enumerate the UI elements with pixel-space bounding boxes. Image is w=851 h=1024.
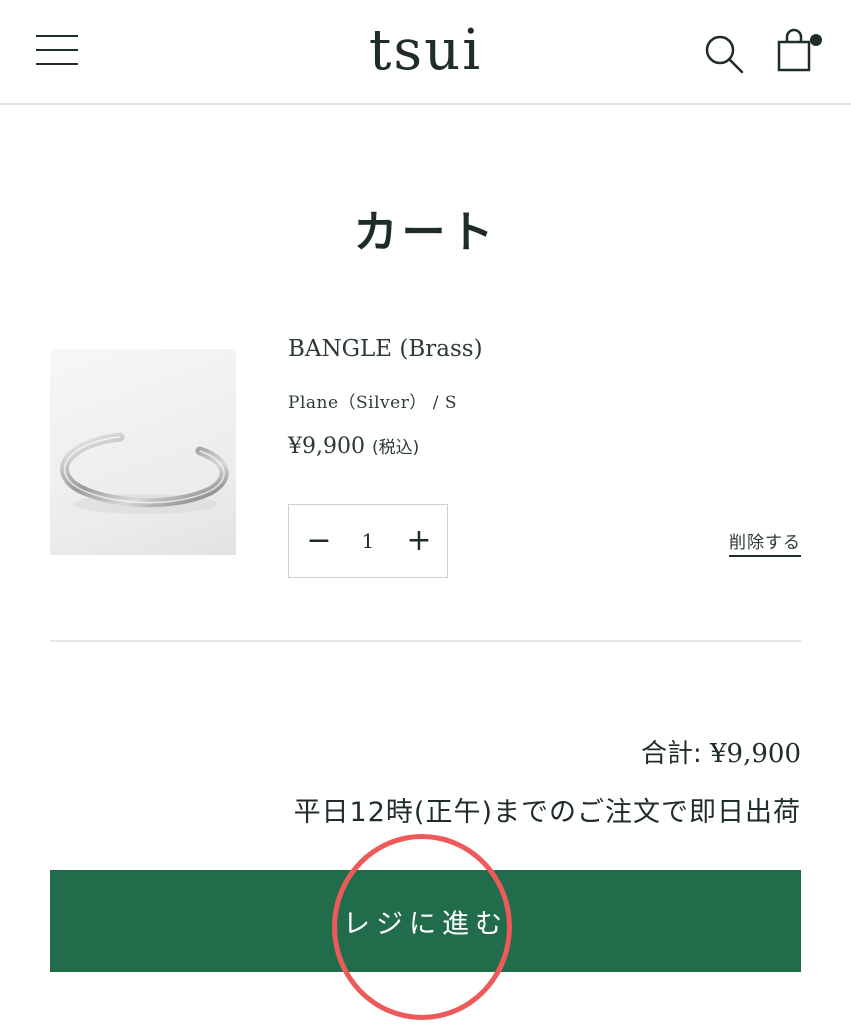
cart-total: 合計: ¥9,900 <box>641 733 801 770</box>
product-image[interactable] <box>50 349 236 555</box>
page-title: カート <box>353 207 498 258</box>
search-icon[interactable] <box>702 32 746 76</box>
tax-label: (税込) <box>371 438 420 458</box>
quantity-stepper: − 1 + <box>288 504 448 578</box>
increase-quantity-button[interactable]: + <box>391 505 447 577</box>
site-header: tsui <box>0 0 851 105</box>
quantity-value[interactable]: 1 <box>345 505 391 577</box>
cart-icon[interactable] <box>776 28 822 74</box>
product-variant: Plane（Silver） / S <box>288 393 458 413</box>
price-value: ¥9,900 <box>288 434 365 459</box>
divider <box>50 640 801 642</box>
product-name[interactable]: BANGLE (Brass) <box>288 336 483 362</box>
shipping-note: 平日12時(正午)までのご注文で即日出荷 <box>293 797 801 828</box>
total-amount: ¥9,900 <box>710 739 801 769</box>
bangle-image <box>60 432 229 514</box>
total-label: 合計: <box>640 739 711 769</box>
checkout-button[interactable]: レジに進む <box>50 870 801 972</box>
remove-item-link[interactable]: 削除する <box>729 528 801 557</box>
product-price: ¥9,900 (税込) <box>288 433 419 459</box>
decrease-quantity-button[interactable]: − <box>291 505 347 577</box>
cart-badge-dot <box>810 34 822 46</box>
